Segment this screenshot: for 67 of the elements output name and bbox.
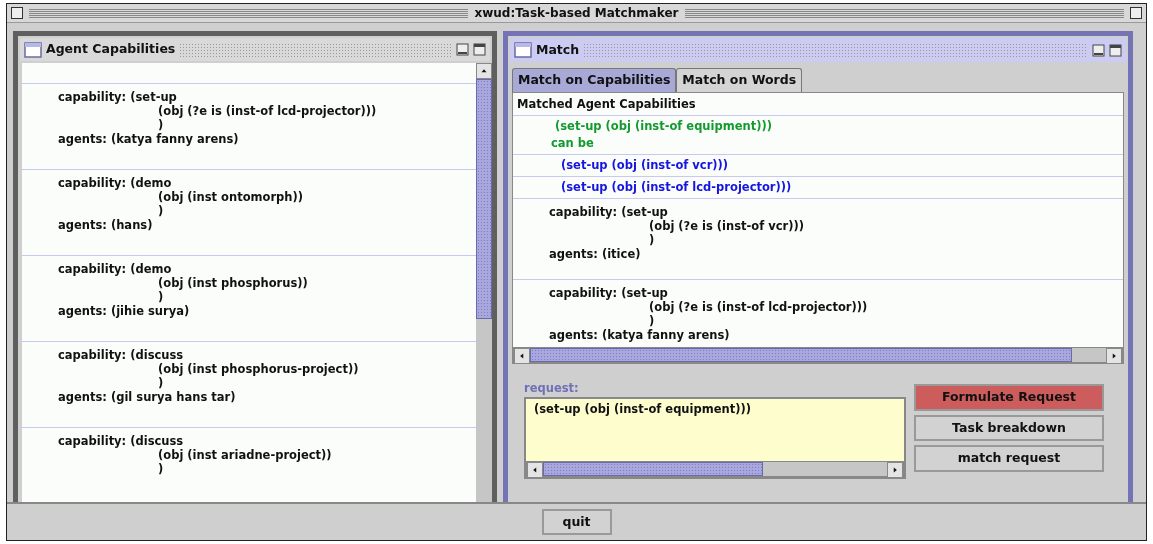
minimize-icon[interactable] xyxy=(1092,43,1105,57)
formulate-button[interactable]: Formulate Request xyxy=(914,383,1104,411)
agents-label: agents: xyxy=(549,327,598,342)
maximize-icon[interactable] xyxy=(473,43,486,57)
capability-arguments: (obj (?e is (inst-of lcd-projector))) xyxy=(649,299,868,314)
window-menu-icon[interactable] xyxy=(11,7,23,19)
capability-head: (set-up xyxy=(621,204,668,219)
agents-list: (hans) xyxy=(110,218,153,233)
capability-label: capability: xyxy=(549,285,618,300)
quit-button[interactable]: quit xyxy=(541,508,612,536)
capability-arguments: (obj (inst phosphorus-project)) xyxy=(158,362,359,377)
agents-label: agents: xyxy=(58,218,107,233)
agents-label: agents: xyxy=(58,132,107,147)
agents-label: agents: xyxy=(549,246,598,261)
capability-arguments: (obj (?e is (inst-of lcd-projector))) xyxy=(158,104,377,119)
action-button[interactable]: match request xyxy=(914,445,1104,472)
scrollbar-thumb[interactable] xyxy=(530,347,1072,362)
scrollbar-thumb[interactable] xyxy=(476,79,492,320)
capability-arguments: (obj (inst ariadne-project)) xyxy=(158,448,332,463)
capability-arguments: (obj (?e is (inst-of vcr))) xyxy=(649,218,804,233)
closing-paren: ) xyxy=(649,313,655,328)
window-icon[interactable] xyxy=(514,42,532,58)
closing-paren: ) xyxy=(158,462,164,477)
capability-head: (discuss xyxy=(130,434,184,449)
closing-paren: ) xyxy=(158,204,164,219)
capability-label: capability: xyxy=(58,262,127,277)
capability-label: capability: xyxy=(58,176,127,191)
capability-arguments: (obj (inst ontomorph)) xyxy=(158,190,304,205)
request-label: request: xyxy=(524,380,579,395)
capability-head: (discuss xyxy=(130,348,184,363)
capability-arguments: (obj (inst phosphorus)) xyxy=(158,276,308,291)
maximize-icon[interactable] xyxy=(1130,7,1142,19)
capability-label: capability: xyxy=(58,90,127,105)
capability-label: capability: xyxy=(58,434,127,449)
request-field[interactable]: (set-up (obj (inst-of equipment))) xyxy=(526,399,904,461)
list-heading: Matched Agent Capabilities xyxy=(517,96,696,111)
match-note: can be xyxy=(551,135,594,150)
closing-paren: ) xyxy=(158,376,164,391)
tab[interactable]: Match on Capabilities xyxy=(512,68,677,92)
agents-list: (katya fanny arens) xyxy=(110,132,239,147)
closing-paren: ) xyxy=(158,118,164,133)
matched-capability: (set-up (obj (inst-of vcr))) xyxy=(561,157,729,172)
matched-capability: (set-up (obj (inst-of lcd-projector))) xyxy=(561,179,792,194)
agents-list: (katya fanny arens) xyxy=(601,327,730,342)
agents-list: (jihie surya) xyxy=(110,304,190,319)
minimize-icon[interactable] xyxy=(456,43,469,57)
maximize-icon[interactable] xyxy=(1109,43,1122,57)
frame-title: Match xyxy=(536,40,580,59)
capability-head: (demo xyxy=(130,176,172,191)
agents-label: agents: xyxy=(58,304,107,319)
capability-head: (set-up xyxy=(621,285,668,300)
window-icon[interactable] xyxy=(24,41,42,58)
action-button[interactable]: Task breakdown xyxy=(914,414,1104,442)
frame-title: Agent Capabilities xyxy=(46,40,176,59)
capability-head: (set-up xyxy=(130,90,177,105)
closing-paren: ) xyxy=(649,232,655,247)
scrollbar-thumb[interactable] xyxy=(543,462,763,476)
agents-list: (itice) xyxy=(601,246,641,261)
capability-head: (demo xyxy=(130,262,172,277)
closing-paren: ) xyxy=(158,290,164,305)
matched-request: (set-up (obj (inst-of equipment))) xyxy=(555,118,772,133)
window-title: xwud:Task-based Matchmaker xyxy=(474,5,679,22)
agents-list: (gil surya hans tar) xyxy=(110,390,236,405)
tab[interactable]: Match on Words xyxy=(676,68,803,92)
agents-label: agents: xyxy=(58,390,107,405)
capability-label: capability: xyxy=(549,204,618,219)
capability-label: capability: xyxy=(58,348,127,363)
